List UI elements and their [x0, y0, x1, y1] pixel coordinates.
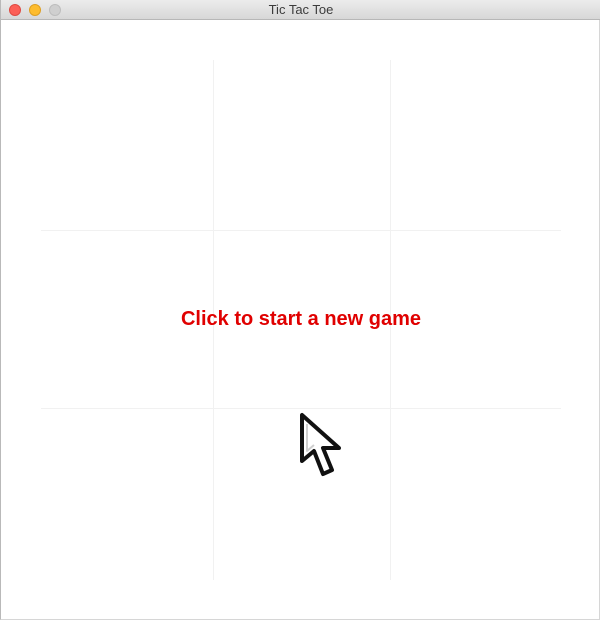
board-cell-3[interactable] [388, 60, 561, 233]
board-cell-9[interactable] [388, 407, 561, 580]
start-game-message[interactable]: Click to start a new game [1, 308, 600, 331]
board-cell-1[interactable] [41, 60, 214, 233]
game-window: Tic Tac Toe Click to start a new game [0, 0, 600, 620]
board-cell-2[interactable] [214, 60, 387, 233]
title-bar[interactable]: Tic Tac Toe [1, 0, 600, 20]
window-title: Tic Tac Toe [268, 2, 334, 17]
board-cell-7[interactable] [41, 407, 214, 580]
arrow-cursor-icon [299, 412, 345, 480]
